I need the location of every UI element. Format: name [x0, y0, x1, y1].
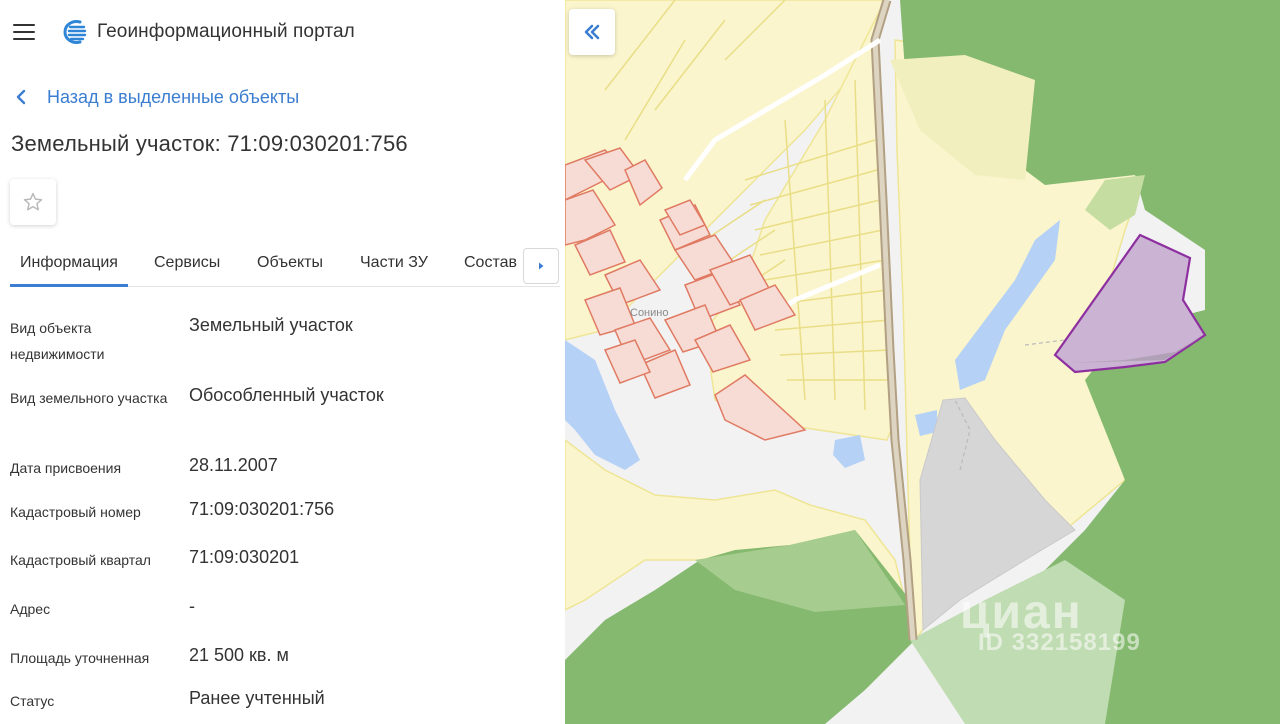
info-value: 71:09:030201 — [189, 547, 300, 567]
app-title: Геоинформационный портал — [97, 21, 355, 42]
back-link-label: Назад в выделенные объекты — [47, 86, 300, 107]
top-bar: Геоинформационный портал — [0, 0, 565, 64]
map-canvas[interactable] — [565, 0, 1280, 724]
info-panel: Геоинформационный портал Назад в выделен… — [0, 0, 565, 724]
info-value: Земельный участок — [189, 315, 353, 335]
tab-objects[interactable]: Объекты — [257, 254, 323, 272]
double-chevron-left-icon — [584, 24, 600, 40]
info-label: Площадь уточненная — [10, 650, 150, 666]
logo-icon — [63, 20, 87, 44]
info-value: Обособленный участок — [189, 385, 384, 405]
settlement-label: Сонино — [630, 307, 669, 319]
info-value: 71:09:030201:756 — [189, 499, 335, 519]
page-title: Земельный участок: 71:09:030201:756 — [11, 131, 408, 156]
map-view[interactable]: Сонино циан ID 332158199 — [565, 0, 1280, 724]
tab-bar: Информация Сервисы Объекты Части ЗУ Сост… — [10, 240, 560, 287]
info-label: Вид земельного участка — [10, 390, 168, 406]
info-label: Адрес — [10, 601, 51, 617]
watermark: циан ID 332158199 — [960, 585, 1140, 656]
info-label: Кадастровый номер — [10, 504, 141, 520]
collapse-panel-button[interactable] — [569, 9, 615, 55]
tab-composition[interactable]: Состав — [464, 254, 517, 272]
info-label: Статус — [10, 693, 55, 709]
tab-services[interactable]: Сервисы — [154, 254, 220, 272]
info-value: 21 500 кв. м — [189, 645, 289, 665]
info-label: Вид объекта недвижимости — [10, 320, 105, 362]
watermark-id: ID 332158199 — [978, 629, 1141, 656]
info-label: Дата присвоения — [10, 460, 122, 476]
hamburger-icon[interactable] — [13, 24, 35, 41]
tab-information[interactable]: Информация — [10, 254, 128, 287]
info-label: Кадастровый квартал — [10, 552, 151, 568]
chevron-left-icon — [16, 89, 26, 105]
info-value: - — [189, 596, 195, 616]
favorite-button[interactable] — [10, 179, 56, 225]
star-outline-icon — [23, 192, 43, 211]
info-value: 28.11.2007 — [189, 455, 278, 475]
back-to-selected-link[interactable]: Назад в выделенные объекты — [14, 84, 299, 110]
triangle-right-icon — [539, 262, 544, 270]
info-value: Ранее учтенный — [189, 688, 325, 708]
tabs-scroll-right-button[interactable] — [523, 248, 559, 284]
tab-parcel-parts[interactable]: Части ЗУ — [360, 254, 428, 272]
